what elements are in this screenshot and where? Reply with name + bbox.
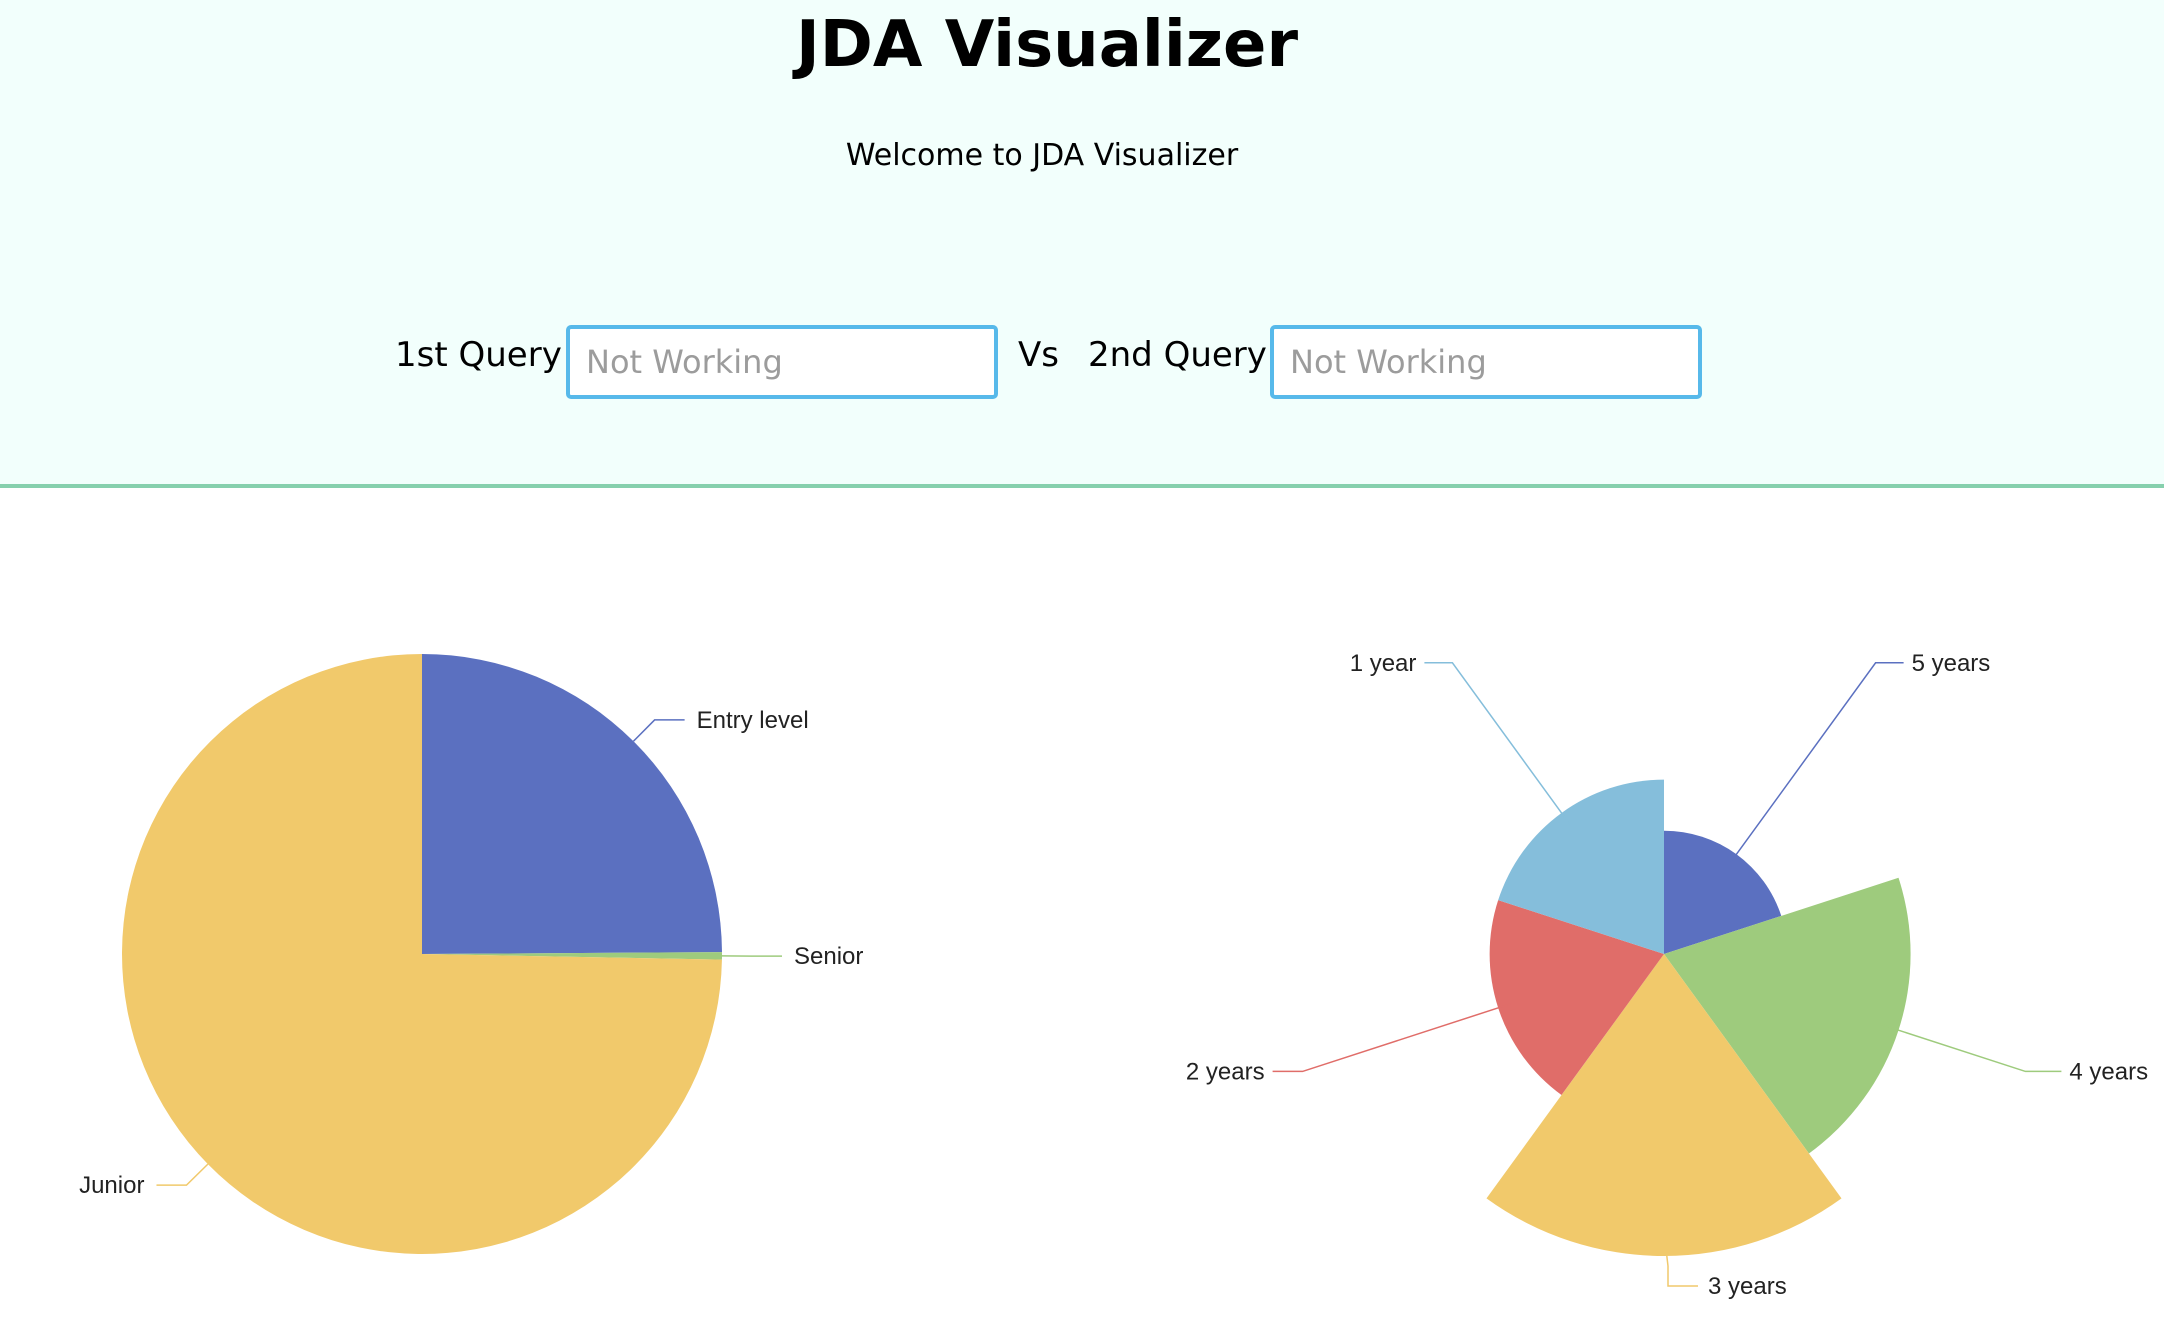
pie-slice-entry-level[interactable] xyxy=(422,654,722,954)
rose-label-line-4-years xyxy=(1879,1023,2062,1073)
experience-years-rose xyxy=(1486,779,1911,1256)
rose-label-4-years: 4 years xyxy=(2069,1058,2148,1085)
charts-canvas: Entry level Senior Junior 5 years 4 years 3 y… xyxy=(79,650,2148,1300)
pie-label-entry-level: Entry level xyxy=(697,707,809,734)
pie-label-junior: Junior xyxy=(79,1172,144,1199)
pie-label-line-junior xyxy=(156,1163,209,1186)
rose-label-1-year: 1 year xyxy=(1350,650,1417,677)
rose-label-line-1-year xyxy=(1424,662,1571,825)
rose-label-line-5-years xyxy=(1730,662,1904,863)
pie-label-senior: Senior xyxy=(794,943,863,970)
pie-label-line-entry-level xyxy=(632,719,685,742)
experience-level-pie xyxy=(121,654,722,1254)
rose-label-3-years: 3 years xyxy=(1708,1273,1787,1300)
rose-label-2-years: 2 years xyxy=(1186,1058,1265,1085)
rose-label-5-years: 5 years xyxy=(1912,650,1991,677)
rose-label-line-2-years xyxy=(1272,1002,1512,1073)
